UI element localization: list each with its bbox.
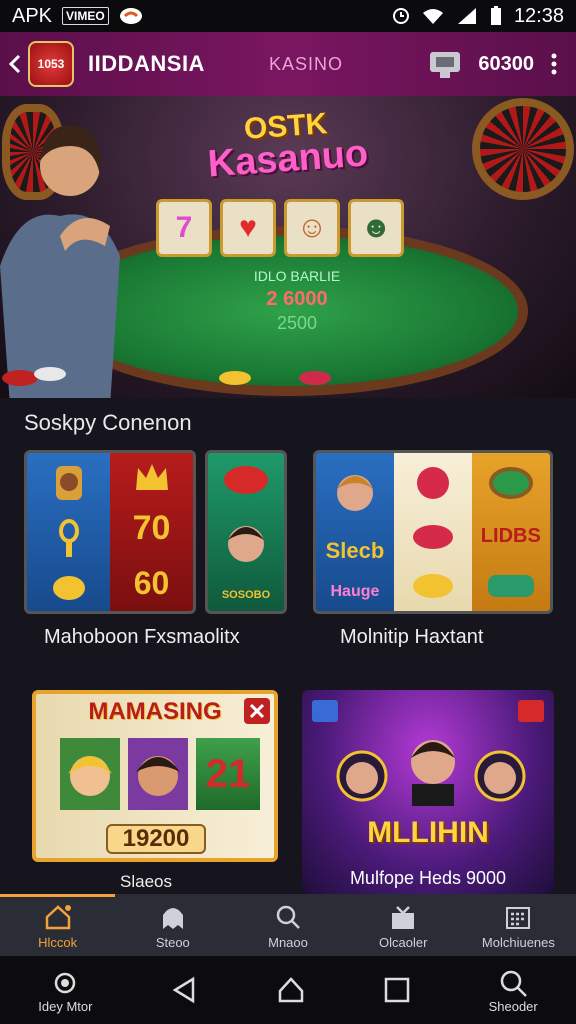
app-logo-text: 1053 <box>37 57 65 71</box>
table-line3: 2500 <box>276 313 318 333</box>
nav-label: Mnaoo <box>268 935 308 950</box>
search-icon <box>276 905 300 929</box>
jackpot-amount: 19200 <box>106 824 206 854</box>
tag-icon <box>518 700 544 722</box>
reel: ♥ <box>220 199 276 257</box>
slot-label: Hauge <box>330 583 380 601</box>
emerald-icon <box>488 467 533 500</box>
more-icon[interactable] <box>550 52 558 76</box>
slot-label: Slecb <box>325 537 385 563</box>
slot-reels: 7 ♥ ☺ ☻ <box>156 199 404 257</box>
signal-icon <box>457 8 476 24</box>
badge-icon <box>487 574 534 597</box>
roulette-wheel-right-icon <box>472 98 574 200</box>
reel: 7 <box>156 199 212 257</box>
chips-icon <box>2 367 331 386</box>
card-title: MAMASING <box>88 698 222 725</box>
face-icon <box>228 525 264 562</box>
reel: ☺ <box>284 199 340 257</box>
game-card[interactable]: SOSOBO <box>205 450 287 614</box>
hero-banner[interactable]: OSTK Kasanuo 7 ♥ ☺ ☻ IDLO BARLIE 2 6000 … <box>0 96 576 398</box>
ruby-icon <box>224 466 268 495</box>
ghost-icon <box>162 908 183 929</box>
face-icon <box>336 474 373 511</box>
dealer-figure-icon <box>0 125 120 398</box>
close-icon[interactable] <box>244 698 270 724</box>
battery-icon <box>490 6 501 25</box>
hero-title: OSTK Kasanuo <box>190 103 384 187</box>
scarab-icon <box>52 576 85 601</box>
slot-label: LIDBS <box>480 525 541 548</box>
crown-icon <box>135 463 168 490</box>
game-card-caption: Mulfope Heds 9000 <box>349 868 507 888</box>
app-name: IIDDANSIA <box>88 51 205 76</box>
pharaoh-icon <box>55 465 82 500</box>
slot-value: 70 <box>132 508 171 547</box>
section-title: Soskpy Conenon <box>24 410 192 435</box>
calendar-icon <box>506 907 531 929</box>
slot-label: SOSOBO <box>221 588 271 601</box>
notification-icon <box>119 8 142 24</box>
nav-item-search[interactable]: Mnaoo <box>230 894 345 956</box>
game-card[interactable]: MAMASING 21 19200 <box>32 690 278 862</box>
sys-settings[interactable]: Idey Mtor <box>38 967 92 1014</box>
nav-item-schedule[interactable]: Molchiuenes <box>461 894 576 956</box>
bottom-nav: Hlccok Steoo Mnaoo Olcaoler Molchiuenes <box>0 894 576 956</box>
table-line2: 2 6000 <box>266 288 328 310</box>
nav-label: Olcaoler <box>379 935 428 950</box>
table-text: IDLO BARLIE 2 6000 2500 <box>212 268 382 334</box>
gear-icon <box>55 972 76 993</box>
carrier-label: APK <box>12 4 53 27</box>
sys-search[interactable]: Sheoder <box>489 967 538 1014</box>
game-card-caption: Mahoboon Fxsmaolitx <box>44 626 240 648</box>
back-nav-icon[interactable] <box>169 975 199 1005</box>
slot-value: 60 <box>133 565 170 602</box>
nav-item-gift[interactable]: Olcaoler <box>346 894 461 956</box>
wallet-icon[interactable] <box>428 48 462 80</box>
ankh-icon <box>58 518 79 557</box>
app-badge: VIMEO <box>62 7 109 25</box>
reel: ☻ <box>348 199 404 257</box>
game-card-caption: Molnitip Haxtant <box>340 626 484 648</box>
app-logo[interactable]: 1053 <box>28 41 74 87</box>
card-title: MLLIHIN <box>367 816 489 849</box>
face-icon <box>411 740 455 806</box>
game-card[interactable]: MLLIHIN Mulfope Heds 9000 <box>302 690 554 894</box>
table-line1: IDLO BARLIE <box>253 268 341 284</box>
home-icon <box>45 905 71 930</box>
nav-item-store[interactable]: Steoo <box>115 894 230 956</box>
recents-icon[interactable] <box>382 975 412 1005</box>
game-card-caption: Slaeos <box>120 872 172 891</box>
face-icon <box>474 750 526 802</box>
search-icon <box>500 970 528 997</box>
ruby-icon <box>416 466 449 499</box>
sys-label: Idey Mtor <box>38 998 93 1014</box>
sys-label: Sheoder <box>488 998 538 1014</box>
game-card[interactable]: Slecb Hauge LIDBS <box>313 450 553 614</box>
game-card[interactable]: 70 60 <box>24 450 196 614</box>
clock: 12:38 <box>513 4 564 27</box>
back-icon[interactable] <box>8 53 22 75</box>
system-nav: Idey Mtor Sheoder <box>0 956 576 1024</box>
nav-label: Molchiuenes <box>481 935 555 950</box>
coin-balance: 60300 <box>478 52 534 75</box>
nav-label: Hlccok <box>38 935 78 950</box>
status-bar: APK VIMEO 12:38 <box>0 0 576 32</box>
gem-icon <box>412 524 453 549</box>
face-icon <box>128 738 188 810</box>
section-label: KASINO <box>268 53 343 74</box>
tag-icon <box>312 700 338 722</box>
home-nav-icon[interactable] <box>276 975 306 1005</box>
nav-item-home[interactable]: Hlccok <box>0 894 116 956</box>
app-bar: 1053 IIDDANSIA KASINO 60300 <box>0 32 576 96</box>
alarm-icon <box>392 8 409 24</box>
lemon-icon <box>412 574 453 599</box>
face-icon <box>336 750 388 802</box>
gift-icon <box>392 906 415 929</box>
face-icon <box>60 738 120 810</box>
nav-label: Steoo <box>155 935 190 950</box>
slot-value: 21 <box>196 738 260 810</box>
wifi-icon <box>422 9 443 24</box>
